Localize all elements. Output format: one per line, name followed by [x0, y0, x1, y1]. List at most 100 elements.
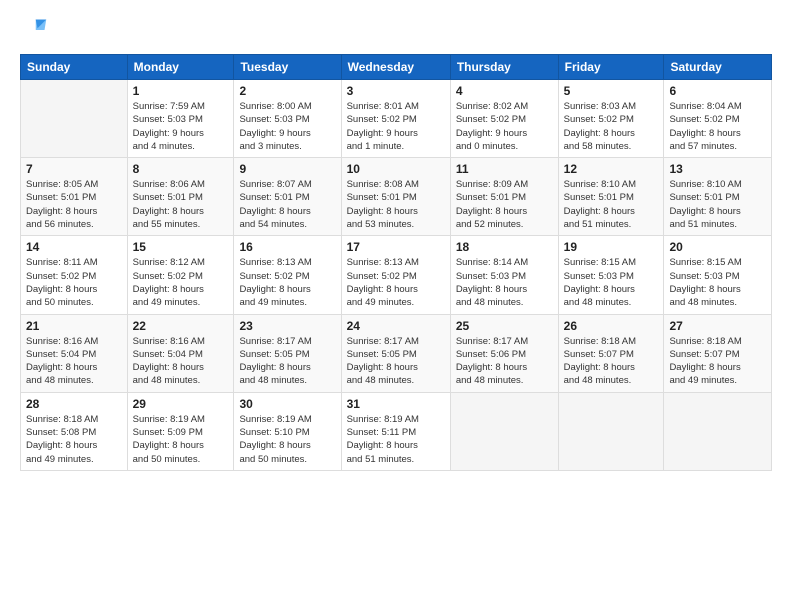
day-number: 7	[26, 162, 122, 176]
day-info: Sunrise: 8:18 AM Sunset: 5:08 PM Dayligh…	[26, 413, 122, 466]
day-number: 31	[347, 397, 445, 411]
day-number: 4	[456, 84, 553, 98]
day-number: 8	[133, 162, 229, 176]
day-info: Sunrise: 8:09 AM Sunset: 5:01 PM Dayligh…	[456, 178, 553, 231]
calendar-header-row: SundayMondayTuesdayWednesdayThursdayFrid…	[21, 55, 772, 80]
calendar-cell	[558, 392, 664, 470]
weekday-header-wednesday: Wednesday	[341, 55, 450, 80]
day-info: Sunrise: 8:04 AM Sunset: 5:02 PM Dayligh…	[669, 100, 766, 153]
calendar-cell	[664, 392, 772, 470]
day-info: Sunrise: 8:08 AM Sunset: 5:01 PM Dayligh…	[347, 178, 445, 231]
logo-icon	[20, 16, 48, 44]
calendar-cell: 6 Sunrise: 8:04 AM Sunset: 5:02 PM Daylig…	[664, 80, 772, 158]
calendar-cell: 28 Sunrise: 8:18 AM Sunset: 5:08 PM Dayli…	[21, 392, 128, 470]
calendar-cell: 2Sunrise: 8:00 AM Sunset: 5:03 PM Daylig…	[234, 80, 341, 158]
day-info: Sunrise: 8:10 AM Sunset: 5:01 PM Dayligh…	[669, 178, 766, 231]
calendar-cell: 3 Sunrise: 8:01 AM Sunset: 5:02 PM Daylig…	[341, 80, 450, 158]
day-number: 14	[26, 240, 122, 254]
day-number: 23	[239, 319, 335, 333]
day-number: 17	[347, 240, 445, 254]
calendar-cell: 5 Sunrise: 8:03 AM Sunset: 5:02 PM Daylig…	[558, 80, 664, 158]
day-info: Sunrise: 8:07 AM Sunset: 5:01 PM Dayligh…	[239, 178, 335, 231]
calendar-cell: 12 Sunrise: 8:10 AM Sunset: 5:01 PM Dayli…	[558, 158, 664, 236]
day-number: 3	[347, 84, 445, 98]
calendar-cell: 9 Sunrise: 8:07 AM Sunset: 5:01 PM Daylig…	[234, 158, 341, 236]
calendar-cell: 27 Sunrise: 8:18 AM Sunset: 5:07 PM Dayli…	[664, 314, 772, 392]
calendar-cell: 13 Sunrise: 8:10 AM Sunset: 5:01 PM Dayli…	[664, 158, 772, 236]
day-number: 22	[133, 319, 229, 333]
day-info: Sunrise: 8:13 AM Sunset: 5:02 PM Dayligh…	[239, 256, 335, 309]
calendar-cell: 11 Sunrise: 8:09 AM Sunset: 5:01 PM Dayli…	[450, 158, 558, 236]
day-info: Sunrise: 8:19 AM Sunset: 5:09 PM Dayligh…	[133, 413, 229, 466]
day-info: Sunrise: 8:16 AM Sunset: 5:04 PM Dayligh…	[26, 335, 122, 388]
day-number: 18	[456, 240, 553, 254]
day-number: 15	[133, 240, 229, 254]
calendar-week-1: 1Sunrise: 7:59 AM Sunset: 5:03 PM Daylig…	[21, 80, 772, 158]
day-number: 6	[669, 84, 766, 98]
day-number: 30	[239, 397, 335, 411]
calendar-cell: 17 Sunrise: 8:13 AM Sunset: 5:02 PM Dayli…	[341, 236, 450, 314]
day-number: 12	[564, 162, 659, 176]
day-info: Sunrise: 8:15 AM Sunset: 5:03 PM Dayligh…	[669, 256, 766, 309]
day-info: Sunrise: 8:19 AM Sunset: 5:10 PM Dayligh…	[239, 413, 335, 466]
calendar-cell	[450, 392, 558, 470]
calendar-cell: 22Sunrise: 8:16 AM Sunset: 5:04 PM Dayli…	[127, 314, 234, 392]
day-info: Sunrise: 8:10 AM Sunset: 5:01 PM Dayligh…	[564, 178, 659, 231]
calendar-cell: 26 Sunrise: 8:18 AM Sunset: 5:07 PM Dayli…	[558, 314, 664, 392]
calendar-week-2: 7 Sunrise: 8:05 AM Sunset: 5:01 PM Daylig…	[21, 158, 772, 236]
calendar-cell: 16 Sunrise: 8:13 AM Sunset: 5:02 PM Dayli…	[234, 236, 341, 314]
day-info: Sunrise: 8:17 AM Sunset: 5:05 PM Dayligh…	[239, 335, 335, 388]
day-info: Sunrise: 8:13 AM Sunset: 5:02 PM Dayligh…	[347, 256, 445, 309]
day-info: Sunrise: 8:05 AM Sunset: 5:01 PM Dayligh…	[26, 178, 122, 231]
day-number: 9	[239, 162, 335, 176]
day-info: Sunrise: 8:03 AM Sunset: 5:02 PM Dayligh…	[564, 100, 659, 153]
day-number: 26	[564, 319, 659, 333]
day-info: Sunrise: 8:06 AM Sunset: 5:01 PM Dayligh…	[133, 178, 229, 231]
day-info: Sunrise: 8:17 AM Sunset: 5:06 PM Dayligh…	[456, 335, 553, 388]
day-info: Sunrise: 8:12 AM Sunset: 5:02 PM Dayligh…	[133, 256, 229, 309]
calendar-cell: 18 Sunrise: 8:14 AM Sunset: 5:03 PM Dayli…	[450, 236, 558, 314]
calendar-cell: 23 Sunrise: 8:17 AM Sunset: 5:05 PM Dayli…	[234, 314, 341, 392]
day-info: Sunrise: 8:19 AM Sunset: 5:11 PM Dayligh…	[347, 413, 445, 466]
day-info: Sunrise: 8:14 AM Sunset: 5:03 PM Dayligh…	[456, 256, 553, 309]
day-number: 25	[456, 319, 553, 333]
calendar-cell: 4 Sunrise: 8:02 AM Sunset: 5:02 PM Daylig…	[450, 80, 558, 158]
day-info: Sunrise: 8:02 AM Sunset: 5:02 PM Dayligh…	[456, 100, 553, 153]
day-number: 29	[133, 397, 229, 411]
weekday-header-tuesday: Tuesday	[234, 55, 341, 80]
calendar-cell: 7 Sunrise: 8:05 AM Sunset: 5:01 PM Daylig…	[21, 158, 128, 236]
calendar-cell: 14Sunrise: 8:11 AM Sunset: 5:02 PM Dayli…	[21, 236, 128, 314]
calendar-table: SundayMondayTuesdayWednesdayThursdayFrid…	[20, 54, 772, 471]
day-number: 19	[564, 240, 659, 254]
day-info: Sunrise: 8:18 AM Sunset: 5:07 PM Dayligh…	[669, 335, 766, 388]
weekday-header-saturday: Saturday	[664, 55, 772, 80]
calendar-cell: 10 Sunrise: 8:08 AM Sunset: 5:01 PM Dayli…	[341, 158, 450, 236]
day-number: 16	[239, 240, 335, 254]
day-info: Sunrise: 8:18 AM Sunset: 5:07 PM Dayligh…	[564, 335, 659, 388]
day-number: 28	[26, 397, 122, 411]
day-number: 13	[669, 162, 766, 176]
day-number: 20	[669, 240, 766, 254]
calendar-cell: 8 Sunrise: 8:06 AM Sunset: 5:01 PM Daylig…	[127, 158, 234, 236]
calendar-cell: 21Sunrise: 8:16 AM Sunset: 5:04 PM Dayli…	[21, 314, 128, 392]
day-info: Sunrise: 8:01 AM Sunset: 5:02 PM Dayligh…	[347, 100, 445, 153]
logo	[20, 16, 52, 44]
calendar-cell: 24 Sunrise: 8:17 AM Sunset: 5:05 PM Dayli…	[341, 314, 450, 392]
calendar-week-5: 28 Sunrise: 8:18 AM Sunset: 5:08 PM Dayli…	[21, 392, 772, 470]
day-info: Sunrise: 8:00 AM Sunset: 5:03 PM Dayligh…	[239, 100, 335, 153]
day-info: Sunrise: 8:15 AM Sunset: 5:03 PM Dayligh…	[564, 256, 659, 309]
calendar-cell: 1Sunrise: 7:59 AM Sunset: 5:03 PM Daylig…	[127, 80, 234, 158]
day-number: 1	[133, 84, 229, 98]
calendar-cell: 19 Sunrise: 8:15 AM Sunset: 5:03 PM Dayli…	[558, 236, 664, 314]
day-number: 5	[564, 84, 659, 98]
day-info: Sunrise: 8:17 AM Sunset: 5:05 PM Dayligh…	[347, 335, 445, 388]
day-number: 11	[456, 162, 553, 176]
day-number: 24	[347, 319, 445, 333]
header	[20, 16, 772, 44]
calendar-cell: 15 Sunrise: 8:12 AM Sunset: 5:02 PM Dayli…	[127, 236, 234, 314]
day-number: 27	[669, 319, 766, 333]
calendar-cell	[21, 80, 128, 158]
calendar-cell: 30 Sunrise: 8:19 AM Sunset: 5:10 PM Dayli…	[234, 392, 341, 470]
day-number: 10	[347, 162, 445, 176]
weekday-header-thursday: Thursday	[450, 55, 558, 80]
